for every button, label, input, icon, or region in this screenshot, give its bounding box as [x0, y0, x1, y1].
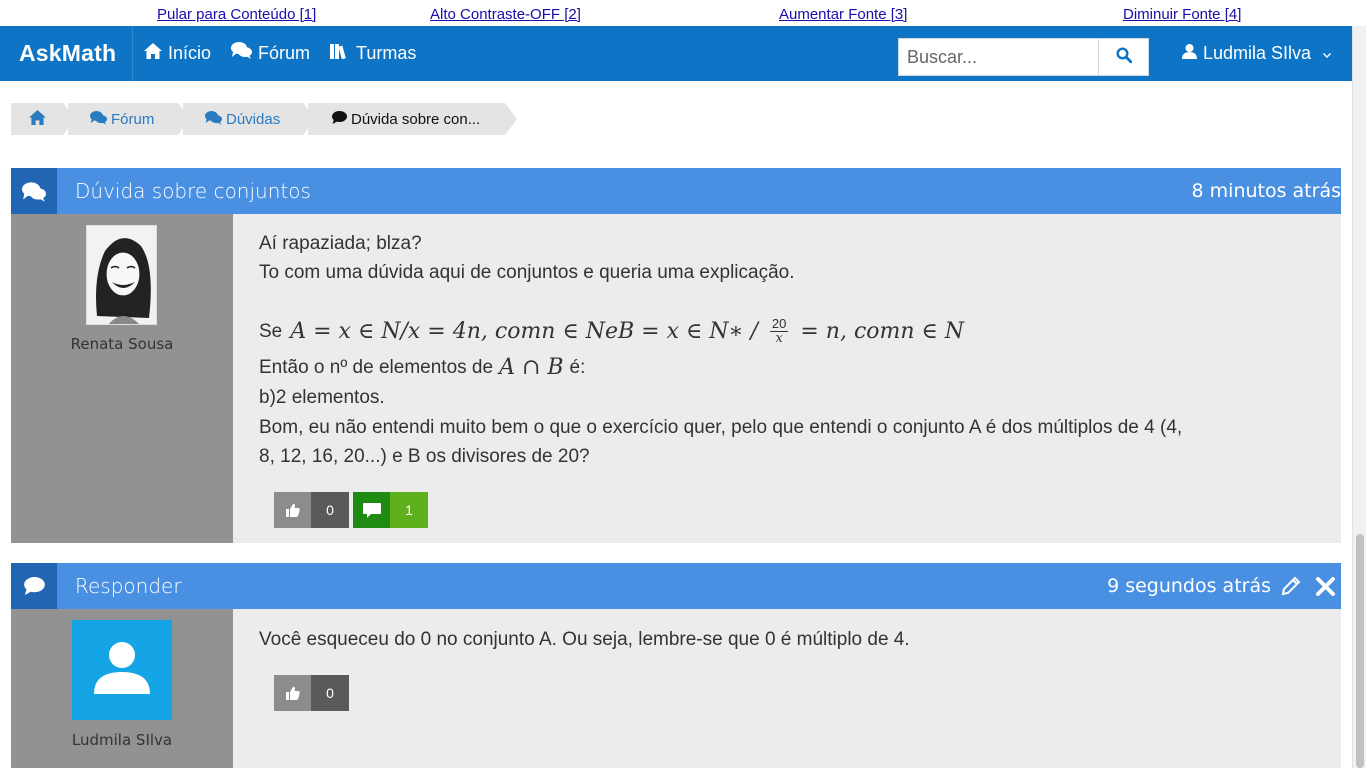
- author-name[interactable]: Ludmila SIlva: [11, 731, 233, 749]
- breadcrumb-duvidas[interactable]: Dúvidas: [183, 103, 315, 135]
- search-box: [898, 38, 1149, 76]
- question-header: Dúvida sobre conjuntos 8 minutos atrás: [11, 168, 1341, 214]
- comments-icon: [205, 110, 222, 129]
- increase-font-link[interactable]: Aumentar Fonte [3]: [779, 6, 907, 23]
- breadcrumb-home[interactable]: [11, 103, 75, 135]
- question-body: Renata Sousa Aí rapaziada; blza? To com …: [11, 214, 1341, 543]
- comments-icon: [90, 110, 107, 129]
- user-name: Ludmila SIlva: [1203, 43, 1312, 63]
- comments-icon: [11, 168, 57, 214]
- answer-text: Você esqueceu do 0 no conjunto A. Ou sej…: [259, 629, 910, 650]
- search-button[interactable]: [1098, 39, 1148, 75]
- search-input[interactable]: [899, 39, 1098, 75]
- question-title: Dúvida sobre conjuntos: [75, 179, 311, 203]
- math-set-definition-end: = n, comn ∈ N: [800, 319, 965, 344]
- math-set-definition: A = x ∈ N/x = 4n, comn ∈ NeB = x ∈ N∗ /: [290, 319, 758, 344]
- question-line-7: 8, 12, 16, 20...) e B os divisores de 20…: [259, 446, 590, 467]
- author-avatar[interactable]: [86, 225, 157, 325]
- edit-icon[interactable]: [1281, 576, 1301, 601]
- like-count: 0: [311, 492, 349, 528]
- chevron-down-icon: [1323, 43, 1332, 64]
- fraction-numerator: 20: [769, 316, 789, 332]
- question-line-1: Aí rapaziada; blza?: [259, 233, 422, 254]
- like-button[interactable]: 0: [274, 675, 349, 711]
- nav-item-turmas[interactable]: Turmas: [330, 26, 416, 81]
- skip-to-content-link[interactable]: Pular para Conteúdo [1]: [157, 6, 316, 23]
- high-contrast-link[interactable]: Alto Contraste-OFF [2]: [430, 6, 581, 23]
- answer-header: Responder 9 segundos atrás: [11, 563, 1341, 609]
- user-menu[interactable]: Ludmila SIlva: [1182, 26, 1332, 81]
- nav-item-label: Turmas: [356, 43, 417, 63]
- breadcrumb-forum[interactable]: Fórum: [68, 103, 190, 135]
- user-icon: [94, 641, 150, 699]
- question-line-2: To com uma dúvida aqui de conjuntos e qu…: [259, 262, 795, 283]
- breadcrumb-label: Dúvida sobre con...: [351, 110, 481, 128]
- nav-item-forum[interactable]: Fórum: [231, 26, 310, 81]
- brand-logo[interactable]: AskMath: [0, 26, 133, 81]
- breadcrumb-label: Fórum: [111, 110, 155, 128]
- thumbs-up-icon: [274, 675, 311, 711]
- question-line-6: Bom, eu não entendi muito bem o que o ex…: [259, 417, 1183, 438]
- line-text: Então o nº de elementos de: [259, 357, 494, 378]
- comment-icon: [11, 563, 57, 609]
- nav-item-label: Início: [168, 43, 212, 63]
- breadcrumb-current: Dúvida sobre con...: [308, 103, 517, 135]
- breadcrumb-label: Dúvidas: [226, 110, 281, 128]
- reply-count: 1: [390, 492, 428, 528]
- comment-icon: [332, 110, 347, 128]
- fraction-denominator: x: [775, 331, 783, 346]
- author-avatar[interactable]: [72, 620, 172, 720]
- like-count: 0: [311, 675, 349, 711]
- answer-author-panel: Ludmila SIlva: [11, 609, 233, 768]
- thumbs-up-icon: [274, 492, 311, 528]
- accessibility-bar: Pular para Conteúdo [1] Alto Contraste-O…: [0, 0, 1366, 26]
- library-icon: [330, 25, 350, 82]
- question-line-5: b)2 elementos.: [259, 387, 385, 408]
- question-timestamp: 8 minutos atrás: [1191, 180, 1341, 202]
- answer-timestamp: 9 segundos atrás: [1107, 575, 1271, 597]
- answer-body: Ludmila SIlva Você esqueceu do 0 no conj…: [11, 609, 1341, 768]
- comment-icon: [353, 492, 390, 528]
- question-math-line: Se A = x ∈ N/x = 4n, comn ∈ NeB = x ∈ N∗…: [259, 317, 964, 346]
- page-scrollbar[interactable]: [1352, 26, 1366, 768]
- nav-item-label: Fórum: [258, 43, 311, 63]
- replies-button[interactable]: 1: [353, 492, 428, 528]
- math-prefix: Se: [259, 321, 283, 342]
- decrease-font-link[interactable]: Diminuir Fonte [4]: [1123, 6, 1241, 23]
- math-intersection: A ∩ B: [499, 355, 564, 380]
- scrollbar-thumb[interactable]: [1356, 534, 1364, 768]
- top-navbar: AskMath Início Fórum Turmas Ludmila SIlv…: [0, 26, 1352, 81]
- author-name[interactable]: Renata Sousa: [11, 335, 233, 353]
- comments-icon: [231, 25, 252, 82]
- nav-item-inicio[interactable]: Início: [144, 26, 211, 81]
- home-icon: [28, 109, 46, 129]
- close-icon[interactable]: [1315, 576, 1336, 602]
- answer-title: Responder: [75, 574, 182, 598]
- like-button[interactable]: 0: [274, 492, 349, 528]
- user-icon: [1182, 43, 1197, 64]
- line-text: é:: [569, 357, 586, 378]
- search-icon: [1115, 46, 1132, 68]
- question-line-4: Então o nº de elementos de A ∩ B é:: [259, 353, 585, 382]
- question-author-panel: Renata Sousa: [11, 214, 233, 543]
- home-icon: [144, 25, 162, 82]
- math-fraction: 20 x: [769, 316, 789, 346]
